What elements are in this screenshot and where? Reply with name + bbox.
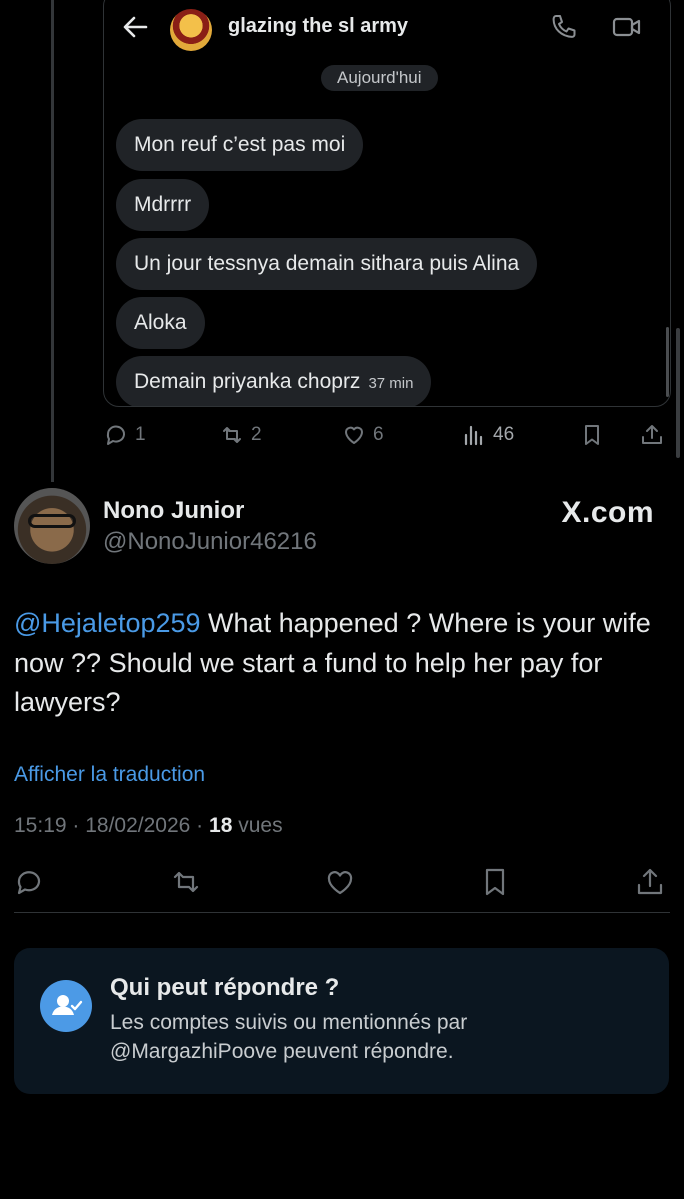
repost-icon[interactable] [170,866,202,898]
dm-scrollbar [666,327,669,397]
video-call-icon[interactable] [612,15,642,39]
views-label: vues [238,814,283,837]
share-button[interactable] [639,420,665,450]
dm-group-avatar[interactable] [170,9,212,51]
author-handle[interactable]: @NonoJunior46216 [103,528,317,556]
reply-count[interactable]: 1 [103,420,146,450]
phone-icon[interactable] [550,13,576,41]
reply-icon [106,425,125,445]
heart-icon [345,426,363,444]
message-text: Aloka [134,311,187,334]
bookmark-button[interactable] [579,420,605,450]
bookmark-icon [585,425,599,445]
bookmark-icon[interactable] [479,866,511,898]
reply-restriction-icon [40,980,92,1032]
thread-connector-line [51,0,54,482]
tweet-meta: 15:19 · 18/02/2026 · 18 vues [14,814,283,837]
page-scrollbar[interactable] [676,328,680,458]
tweet-date: 18/02/2026 [85,814,191,837]
author-avatar[interactable] [14,488,90,564]
like-count-label: 6 [373,424,384,445]
back-arrow-icon[interactable] [122,15,148,39]
message-text: Demain priyanka choprz [134,370,361,393]
message-bubble[interactable]: Un jour tessnya demain sithara puis Alin… [116,238,538,290]
share-icon [642,425,662,444]
analytics-icon [464,425,483,446]
mention-link[interactable]: @Hejaletop259 [14,608,201,638]
message-time: 37 min [368,375,414,392]
author-name[interactable]: Nono Junior [103,497,244,525]
views-count: 18 [209,814,233,837]
message-bubble[interactable]: Mon reuf c’est pas moi [116,119,364,171]
message-bubble[interactable]: Aloka [116,297,205,349]
tweet-time: 15:19 [14,814,67,837]
dm-title: glazing the sl army [228,15,409,37]
message-text: Mon reuf c’est pas moi [134,133,346,156]
dm-header: glazing the sl army [104,1,670,53]
show-translation-link[interactable]: Afficher la traduction [14,763,205,787]
reply-count-label: 1 [135,424,146,445]
quoted-tweet-metrics: 1 2 6 46 [103,420,669,450]
message-bubble[interactable]: Demain priyanka choprz 37 min [116,356,432,406]
divider [14,912,670,913]
avatar-glasses [28,514,76,528]
like-count[interactable]: 6 [341,420,384,450]
message-text: Un jour tessnya demain sithara puis Alin… [134,252,520,275]
xcom-watermark: X.com [561,496,654,529]
message-text: Mdrrrr [134,193,192,216]
repost-count[interactable]: 2 [219,420,262,450]
tweet-body: @Hejaletop259 What happened ? Where is y… [14,604,670,723]
view-count[interactable]: 46 [461,420,514,450]
message-bubble[interactable]: Mdrrrr [116,179,210,231]
repost-count-label: 2 [251,424,262,445]
tweet-action-bar [0,866,684,902]
who-can-reply-description: Les comptes suivis ou mentionnés par @Ma… [110,1011,468,1063]
reply-icon[interactable] [14,866,46,898]
who-can-reply-title: Qui peut répondre ? [110,974,340,1001]
who-can-reply-card: Qui peut répondre ? Les comptes suivis o… [14,948,669,1094]
repost-icon [223,427,241,443]
heart-icon[interactable] [324,866,356,898]
quoted-dm-screenshot[interactable]: glazing the sl army Aujourd'hui Mon reuf… [103,0,671,407]
day-separator: Aujourd'hui [321,65,438,91]
view-count-label: 46 [493,424,515,445]
share-icon[interactable] [634,866,666,898]
